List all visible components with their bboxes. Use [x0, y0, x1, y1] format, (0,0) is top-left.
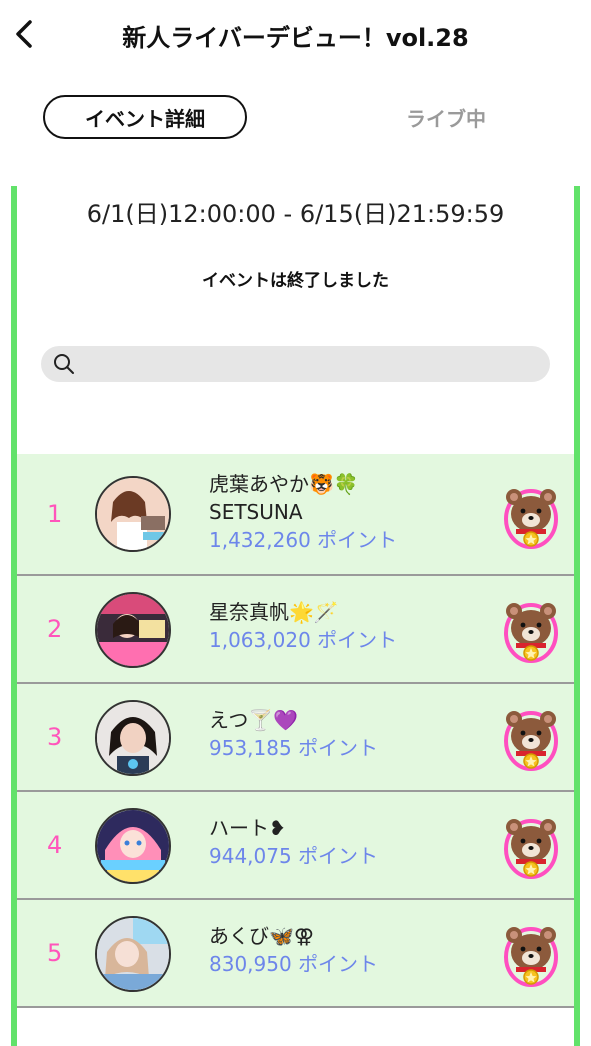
event-panel: 6/1(日)12:00:00 - 6/15(日)21:59:59 イベントは終了… — [11, 186, 580, 1046]
event-date-range: 6/1(日)12:00:00 - 6/15(日)21:59:59 — [86, 200, 505, 228]
liver-points: 953,185 ポイント — [209, 736, 379, 760]
tab-live[interactable]: ライブ中 — [344, 95, 548, 139]
liver-name: あくび🦋⚢ — [209, 924, 314, 948]
rank-number: 4 — [47, 831, 63, 859]
avatar — [95, 700, 171, 776]
search-icon — [54, 354, 74, 374]
bear-medal-icon — [504, 489, 558, 549]
rank-number: 2 — [47, 615, 63, 643]
liver-name: 星奈真帆🌟🪄 — [209, 600, 339, 624]
liver-name: えつ🍸💜 — [209, 708, 299, 732]
bear-medal-icon — [504, 927, 558, 987]
bear-medal-icon — [504, 603, 558, 663]
search-input[interactable] — [85, 350, 536, 380]
liver-points: 944,075 ポイント — [209, 844, 379, 868]
ranking-row[interactable]: 2 星奈真帆🌟🪄 1,063,020 ポイント — [17, 576, 574, 684]
ranking-row[interactable]: 1 虎葉あやか🐯🍀 SETSUNA 1,432,260 ポイント — [17, 454, 574, 576]
liver-points: 1,063,020 ポイント — [209, 628, 398, 652]
bear-medal-icon — [504, 711, 558, 771]
avatar — [95, 476, 171, 552]
liver-subname: SETSUNA — [209, 500, 303, 524]
ranking-list: 1 虎葉あやか🐯🍀 SETSUNA 1,432,260 ポイント 2 星奈真帆🌟… — [17, 454, 574, 1008]
event-status: イベントは終了しました — [202, 271, 389, 291]
rank-number: 3 — [47, 723, 63, 751]
search-bar[interactable] — [41, 346, 550, 382]
chevron-left-icon — [16, 20, 32, 48]
app-header: 新人ライバーデビュー！vol.28 — [0, 0, 591, 70]
ranking-row[interactable]: 5 あくび🦋⚢ 830,950 ポイント — [17, 900, 574, 1008]
liver-points: 1,432,260 ポイント — [209, 528, 398, 552]
avatar — [95, 808, 171, 884]
ranking-row[interactable]: 3 えつ🍸💜 953,185 ポイント — [17, 684, 574, 792]
liver-name: ハート❥ — [209, 816, 286, 840]
liver-points: 830,950 ポイント — [209, 952, 379, 976]
liver-name: 虎葉あやか🐯🍀 — [209, 472, 359, 496]
page-title: 新人ライバーデビュー！vol.28 — [122, 24, 469, 52]
ranking-row[interactable]: 4 ハート❥ 944,075 ポイント — [17, 792, 574, 900]
rank-number: 1 — [47, 500, 63, 528]
rank-number: 5 — [47, 939, 63, 967]
tab-bar: イベント詳細 ライブ中 — [0, 92, 591, 144]
tab-event-details[interactable]: イベント詳細 — [43, 95, 247, 139]
back-button[interactable] — [8, 14, 40, 54]
avatar — [95, 916, 171, 992]
avatar — [95, 592, 171, 668]
bear-medal-icon — [504, 819, 558, 879]
